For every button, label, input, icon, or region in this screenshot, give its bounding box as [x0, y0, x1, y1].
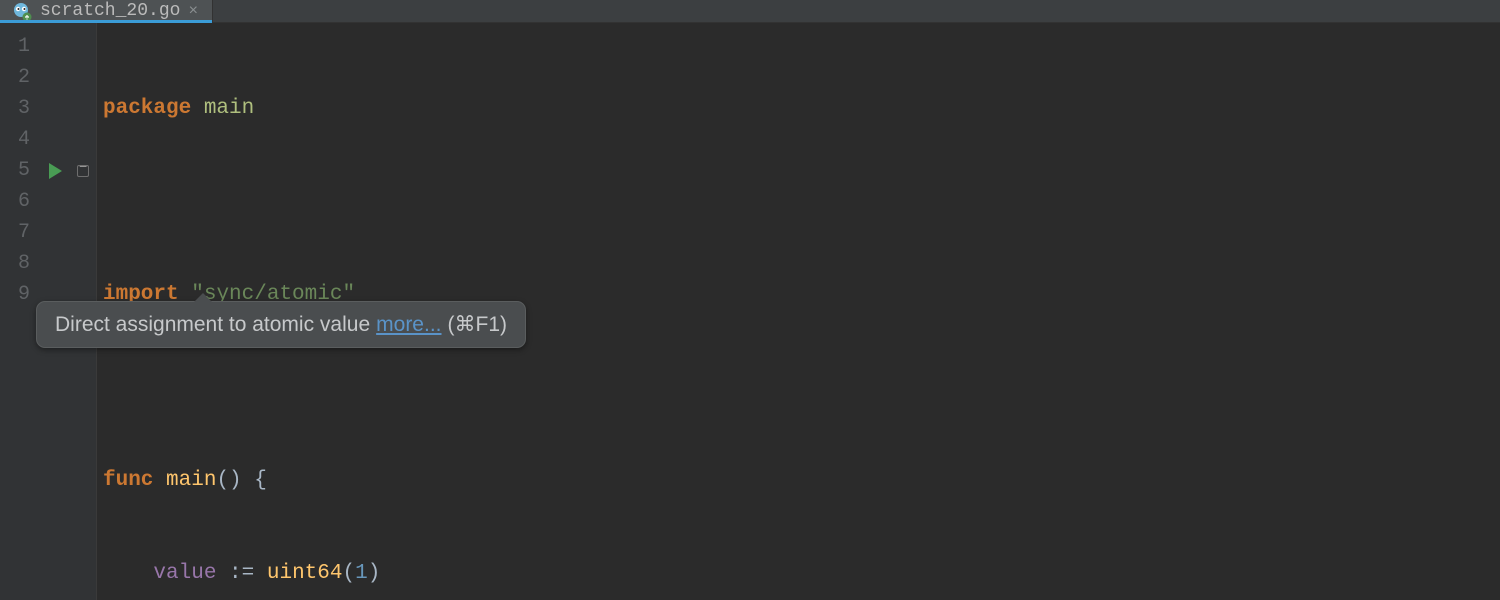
- function-name: main: [166, 469, 216, 492]
- line-number: 9: [0, 279, 30, 310]
- line-number-gutter: 1 2 3 4 5 6 7 8 9: [0, 23, 40, 600]
- line-number: 7: [0, 217, 30, 248]
- line-number: 1: [0, 31, 30, 62]
- line-number: 6: [0, 186, 30, 217]
- line-number: 8: [0, 248, 30, 279]
- editor-window: scratch_20.go × 1 2 3 4 5 6 7 8 9: [0, 0, 1500, 600]
- line-number: 4: [0, 124, 30, 155]
- tab-filename: scratch_20.go: [40, 1, 180, 21]
- code-line[interactable]: func main() {: [103, 465, 1500, 496]
- identifier: value: [153, 562, 216, 585]
- fold-toggle-icon[interactable]: [77, 165, 89, 177]
- tab-bar: scratch_20.go ×: [0, 0, 1500, 23]
- code-line[interactable]: [103, 372, 1500, 403]
- code-line[interactable]: [103, 186, 1500, 217]
- inspection-more-link[interactable]: more...: [376, 313, 441, 337]
- package-name: main: [204, 97, 254, 120]
- keyword-func: func: [103, 469, 153, 492]
- type-call: uint64: [267, 562, 343, 585]
- inspection-shortcut: (⌘F1): [448, 312, 508, 337]
- close-icon[interactable]: ×: [188, 2, 198, 20]
- tab-scratch-20-go[interactable]: scratch_20.go ×: [0, 0, 213, 22]
- go-file-icon: [10, 0, 32, 22]
- number-literal: 1: [355, 562, 368, 585]
- code-editor[interactable]: 1 2 3 4 5 6 7 8 9: [0, 23, 1500, 600]
- inspection-tooltip: Direct assignment to atomic value more..…: [36, 301, 526, 348]
- code-line[interactable]: package main: [103, 93, 1500, 124]
- keyword-package: package: [103, 97, 191, 120]
- inspection-message: Direct assignment to atomic value: [55, 313, 370, 337]
- line-number: 2: [0, 62, 30, 93]
- line-number: 3: [0, 93, 30, 124]
- line-number: 5: [0, 155, 30, 186]
- run-icon[interactable]: [49, 163, 62, 179]
- code-line[interactable]: value := uint64(1): [103, 558, 1500, 589]
